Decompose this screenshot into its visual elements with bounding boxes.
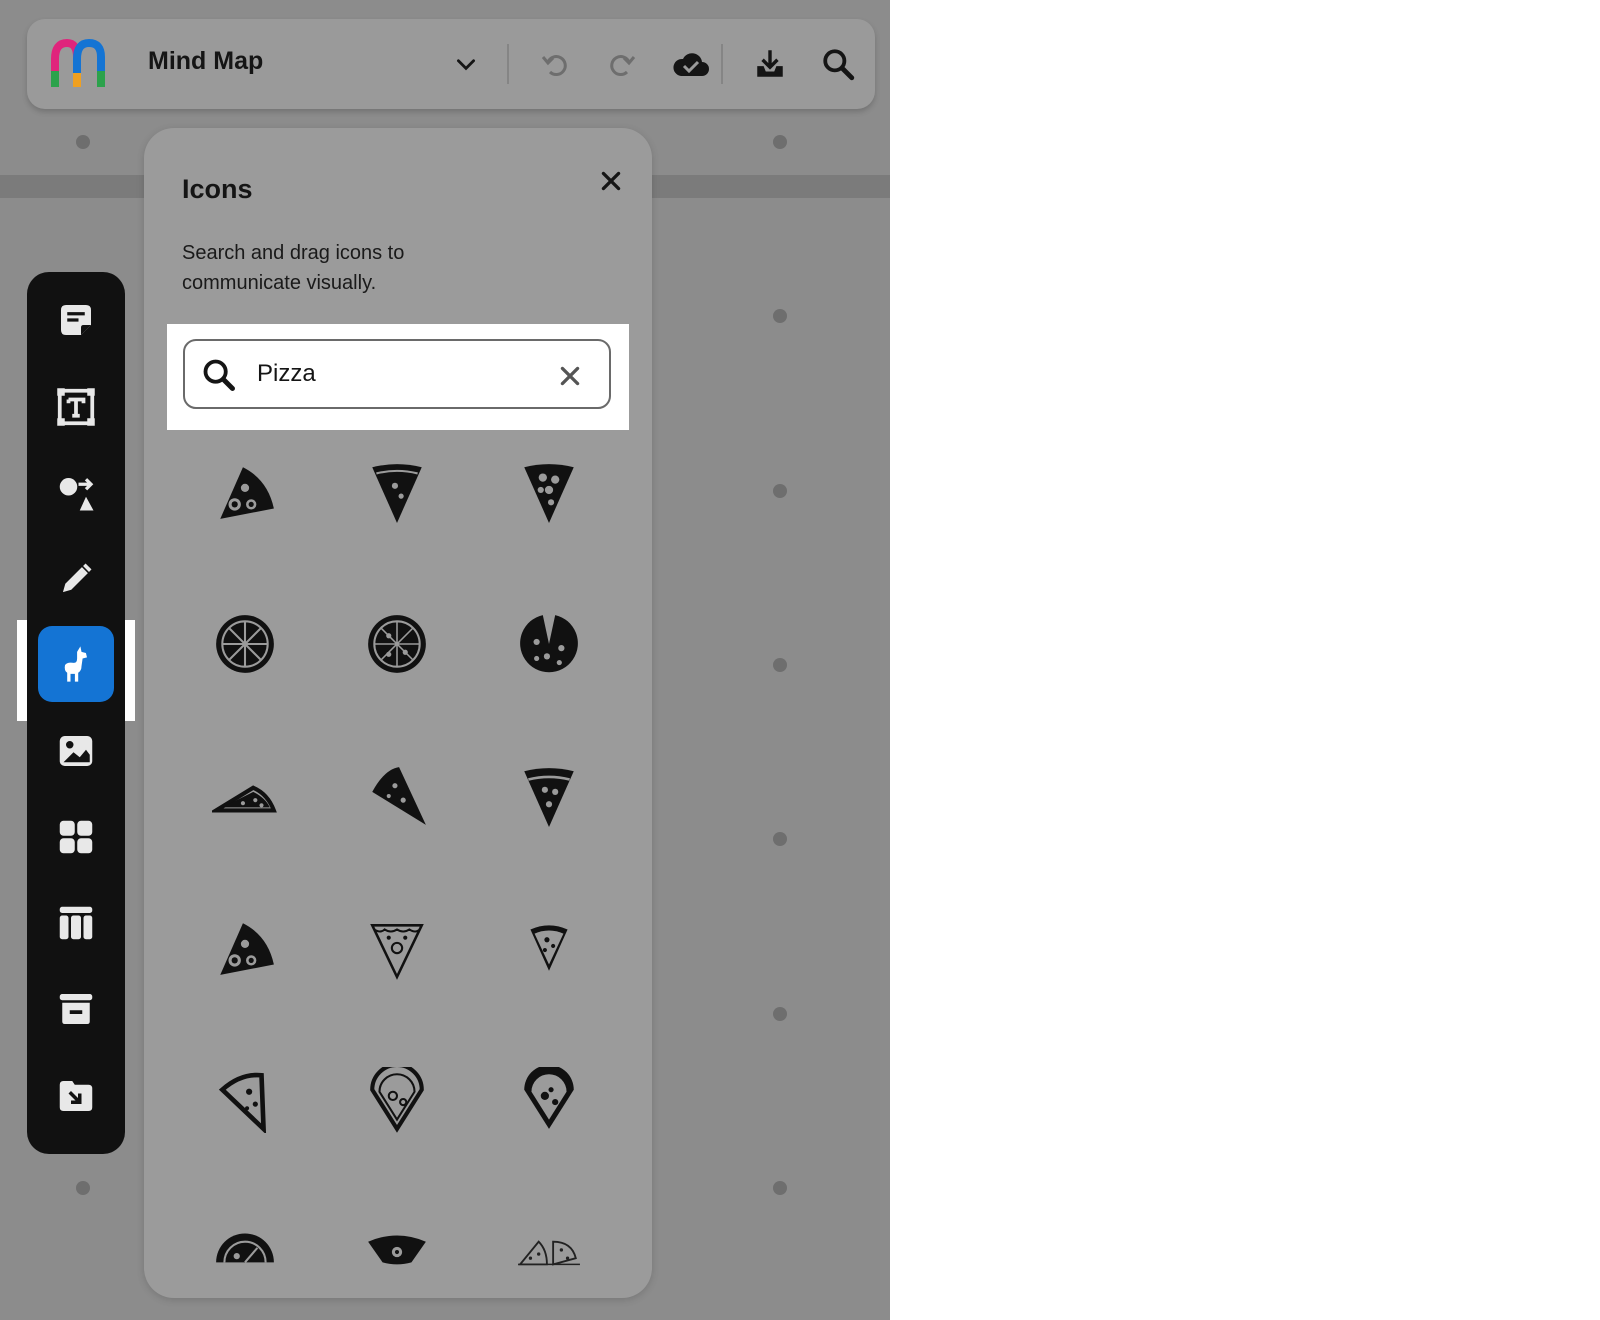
toolbar-divider [507,44,509,84]
canvas-dot [773,135,787,149]
text-icon[interactable] [38,369,114,445]
pizza-slice-down-icon[interactable] [357,452,437,532]
pizza-slice-small-icon[interactable] [509,908,589,988]
pizza-slice-toppings-icon[interactable] [509,452,589,532]
image-icon[interactable] [38,713,114,789]
components-icon[interactable] [38,799,114,875]
pizza-whole-missing-slice-icon[interactable] [509,604,589,684]
pizza-slice-tilted-icon[interactable] [357,756,437,836]
download-icon[interactable] [747,41,793,87]
pizza-slice-crust-icon[interactable] [509,756,589,836]
cloud-saved-icon[interactable] [668,41,714,87]
pizza-whole-outline-icon[interactable] [205,604,285,684]
document-title[interactable]: Mind Map [148,47,263,76]
llama-icon[interactable] [38,626,114,702]
search-input[interactable]: Pizza [257,360,316,388]
redo-icon[interactable] [599,41,645,87]
pizza-half-icon[interactable] [205,1212,285,1292]
search-icon [201,357,237,393]
canvas-dot [773,1007,787,1021]
canvas-dot [773,832,787,846]
undo-icon[interactable] [532,41,578,87]
icon-search-field[interactable]: Pizza [183,339,611,409]
sticky-note-icon[interactable] [38,282,114,358]
pizza-slice-outline-icon[interactable] [357,908,437,988]
chevron-down-icon[interactable] [443,41,489,87]
table-icon[interactable] [38,885,114,961]
pizza-whole-cut-icon[interactable] [357,604,437,684]
tool-rail [27,272,125,1154]
canvas-dot [76,1181,90,1195]
pizza-crust-icon[interactable] [357,1212,437,1292]
import-icon[interactable] [38,1058,114,1134]
archive-icon[interactable] [38,971,114,1047]
pizza-slice-pin-icon[interactable] [357,1060,437,1140]
pizza-slice-pepperoni-icon[interactable] [205,452,285,532]
pizza-slice-line-icon[interactable] [205,1060,285,1140]
pizza-slice-flat-icon[interactable] [205,756,285,836]
canvas-dot [76,135,90,149]
panel-description: Search and drag icons to communicate vis… [182,242,405,294]
canvas-dot [773,484,787,498]
toolbar-divider [721,44,723,84]
canvas-dot [773,658,787,672]
app-canvas: Mind Map Icons Search and drag icons to … [0,0,890,1320]
clear-search-icon[interactable] [557,363,583,389]
icons-panel: Icons Search and drag icons to communica… [144,128,652,1298]
pizza-slice-pepperoni-icon[interactable] [205,908,285,988]
canvas-dot [773,1181,787,1195]
pen-icon[interactable] [38,541,114,617]
close-icon[interactable] [590,160,632,202]
canvas-dot [773,309,787,323]
pizza-slice-pin-filled-icon[interactable] [509,1060,589,1140]
shapes-icon[interactable] [38,455,114,531]
app-logo[interactable] [49,37,107,89]
pizza-slices-box-icon[interactable] [509,1212,589,1292]
panel-title: Icons [182,174,253,204]
search-icon[interactable] [815,41,861,87]
top-toolbar: Mind Map [27,19,875,109]
